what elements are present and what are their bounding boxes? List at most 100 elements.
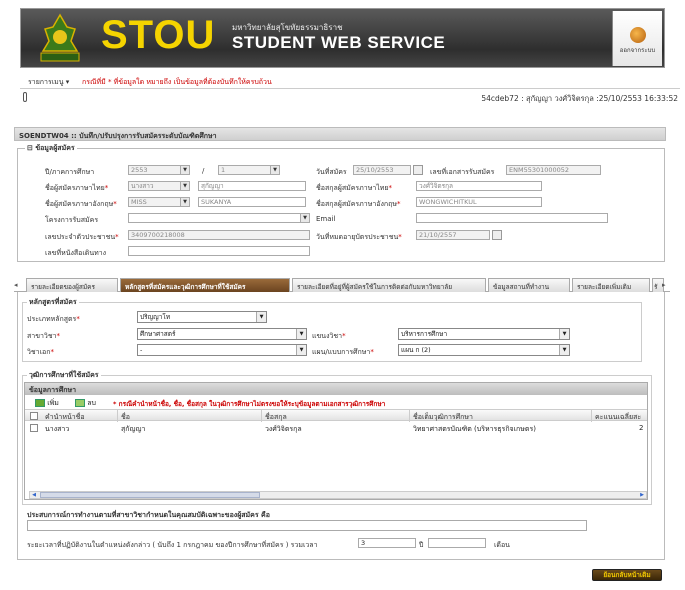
term-select[interactable]: 1 ▼ bbox=[218, 165, 280, 175]
column-divider bbox=[117, 410, 118, 422]
chevron-down-icon: ▼ bbox=[180, 198, 189, 206]
year-select[interactable]: 2553 ▼ bbox=[128, 165, 190, 175]
lastname-th-field[interactable]: วงศ์วิจิตรกุล bbox=[416, 181, 542, 191]
prefix-en-label-text: ชื่อผู้สมัครภาษาอังกฤษ bbox=[45, 200, 114, 208]
select-all-checkbox[interactable] bbox=[30, 412, 38, 420]
duration-label: ระยะเวลาที่ปฏิบัติงานในตำแหน่งดังกล่าว (… bbox=[27, 541, 318, 549]
required-note: กรณีที่มี * ที่ข้อมูลใด หมายถึง เป็นข้อม… bbox=[82, 78, 272, 86]
email-field[interactable] bbox=[416, 213, 608, 223]
table-cell: วิทยาศาสตรบัณฑิต (บริหารธุรกิจเกษตร) bbox=[413, 425, 536, 433]
prefix-th-label-text: ชื่อผู้สมัครภาษาไทย bbox=[45, 184, 105, 192]
tab-contact-address[interactable]: รายละเอียดที่อยู่ที่ผู้สมัครใช้ในการติดต… bbox=[292, 278, 486, 292]
scrollbar-thumb[interactable] bbox=[40, 492, 260, 498]
major-select[interactable]: บริหารการศึกษา ▼ bbox=[398, 328, 570, 340]
idcard-exp-label-text: วันที่หมดอายุบัตรประชาชน bbox=[316, 233, 399, 241]
minor-select[interactable]: - ▼ bbox=[137, 344, 307, 356]
grid-toolbar: เพิ่ม ลบ * กรณีคำนำหน้าชื่อ, ชื่อ, ชื่อส… bbox=[25, 396, 647, 409]
header-banner: STOU มหาวิทยาลัยสุโขทัยธรรมาธิราช STUDEN… bbox=[20, 8, 665, 68]
page-title-bar: SOENDTW04 :: บันทึก/ปรับปรุงการรับสมัครร… bbox=[14, 127, 666, 141]
program-type-select[interactable]: ปริญญาโท ▼ bbox=[137, 311, 267, 323]
prefix-en-label: ชื่อผู้สมัครภาษาอังกฤษ* bbox=[45, 200, 117, 208]
add-row-label: เพิ่ม bbox=[47, 399, 59, 407]
applicant-legend-label: ข้อมูลผู้สมัคร bbox=[35, 144, 75, 152]
delete-row-label: ลบ bbox=[87, 399, 96, 407]
plan-select[interactable]: แผน ก (2) ▼ bbox=[398, 344, 570, 356]
prefix-th-value: นางสาว bbox=[131, 182, 154, 190]
passport-label: เลขที่หนังสือเดินทาง bbox=[45, 249, 107, 257]
idcard-exp-label: วันที่หมดอายุบัตรประชาชน* bbox=[316, 233, 402, 241]
chevron-down-icon: ▼ bbox=[296, 329, 306, 339]
table-row[interactable]: นางสาว สุกัญญา วงศ์วิจิตรกุล วิทยาศาสตรบ… bbox=[25, 422, 647, 434]
app-title: STUDENT WEB SERVICE bbox=[232, 33, 446, 52]
firstname-th-field[interactable]: สุกัญญา bbox=[198, 181, 306, 191]
plan-label: แผน/แบบการศึกษา* bbox=[312, 348, 374, 356]
tab-scroll-right-icon[interactable]: ▸ bbox=[662, 281, 666, 289]
user-info: 54cdeb72 : สุกัญญา วงศ์วิจิตรกุล :25/10/… bbox=[481, 94, 678, 103]
plan-label-text: แผน/แบบการศึกษา bbox=[312, 348, 371, 356]
delete-row-button[interactable]: ลบ bbox=[75, 398, 96, 409]
tab-program-education[interactable]: หลักสูตรที่สมัครและวุฒิการศึกษาที่ใช้สมั… bbox=[120, 278, 290, 292]
divider bbox=[20, 88, 680, 89]
chevron-down-icon: ▼ bbox=[296, 345, 306, 355]
scroll-right-icon[interactable]: ▶ bbox=[638, 492, 646, 498]
tab-additional[interactable]: รายละเอียดเพิ่มเติม bbox=[572, 278, 650, 292]
menu-dropdown[interactable]: รายการเมนู ▾ bbox=[28, 77, 69, 88]
email-label: Email bbox=[316, 215, 336, 223]
branch-select[interactable]: ศึกษาศาสตร์ ▼ bbox=[137, 328, 307, 340]
minor-value: - bbox=[140, 346, 143, 354]
prefix-th-label: ชื่อผู้สมัครภาษาไทย* bbox=[45, 184, 109, 192]
grid-header-row: คำนำหน้าชื่อ ชื่อ ชื่อสกุล ชื่อเต็มวุฒิก… bbox=[25, 409, 647, 422]
chevron-down-icon: ▼ bbox=[270, 166, 279, 174]
idcard-label-text: เลขประจำตัวประชาชน bbox=[45, 233, 116, 241]
row-checkbox[interactable] bbox=[30, 424, 38, 432]
education-grid: ข้อมูลการศึกษา เพิ่ม ลบ * กรณีคำนำหน้าชื… bbox=[24, 382, 648, 500]
horizontal-scrollbar[interactable]: ◀ ▶ bbox=[29, 491, 647, 499]
sidebar-toggle[interactable] bbox=[23, 92, 27, 102]
branch-label-text: สาขาวิชา bbox=[27, 332, 57, 340]
add-row-button[interactable]: เพิ่ม bbox=[35, 398, 59, 409]
user-bar: 54cdeb72 : สุกัญญา วงศ์วิจิตรกุล :25/10/… bbox=[20, 90, 680, 104]
experience-answer-field[interactable] bbox=[27, 520, 587, 531]
applicant-legend[interactable]: ⊟ ข้อมูลผู้สมัคร bbox=[25, 143, 77, 154]
back-button[interactable]: ย้อนกลับหน้าเดิม bbox=[592, 569, 662, 581]
months-field[interactable] bbox=[428, 538, 486, 548]
idcard-label: เลขประจำตัวประชาชน* bbox=[45, 233, 119, 241]
calendar-icon[interactable] bbox=[413, 165, 423, 175]
years-field[interactable]: 3 bbox=[358, 538, 416, 548]
tab-scroll-left-icon[interactable]: ◂ bbox=[14, 281, 18, 289]
project-select[interactable]: ▼ bbox=[128, 213, 310, 223]
prefix-en-select[interactable]: MISS ▼ bbox=[128, 197, 190, 207]
scroll-left-icon[interactable]: ◀ bbox=[30, 492, 38, 498]
prefix-th-select[interactable]: นางสาว ▼ bbox=[128, 181, 190, 191]
chevron-down-icon: ▼ bbox=[180, 166, 189, 174]
column-divider bbox=[409, 410, 410, 422]
firstname-en-field[interactable]: SUKANYA bbox=[198, 197, 306, 207]
chevron-down-icon: ▼ bbox=[300, 214, 309, 222]
university-emblem-icon bbox=[31, 11, 89, 67]
passport-field[interactable] bbox=[128, 246, 310, 256]
chevron-down-icon: ▼ bbox=[559, 329, 569, 339]
idcard-field[interactable]: 3409700218008 bbox=[128, 230, 310, 240]
appno-field[interactable]: ENM55301000052 bbox=[506, 165, 601, 175]
tab-workplace[interactable]: ข้อมูลสถานที่ทำงาน bbox=[488, 278, 570, 292]
menu-label: รายการเมนู bbox=[28, 78, 64, 86]
year-label: ปี/ภาคการศึกษา bbox=[45, 168, 95, 176]
delete-icon bbox=[75, 399, 85, 407]
branch-label: สาขาวิชา* bbox=[27, 332, 61, 340]
plan-value: แผน ก (2) bbox=[401, 346, 431, 354]
tab-bar: ◂ รายละเอียดของผู้สมัคร หลักสูตรที่สมัคร… bbox=[14, 278, 670, 292]
tab-applicant-details[interactable]: รายละเอียดของผู้สมัคร bbox=[26, 278, 118, 292]
term-value: 1 bbox=[221, 166, 226, 174]
apply-date-field[interactable]: 25/10/2553 bbox=[353, 165, 411, 175]
lastname-en-label: ชื่อสกุลผู้สมัครภาษาอังกฤษ* bbox=[316, 200, 401, 208]
idcard-exp-field[interactable]: 21/10/2557 bbox=[416, 230, 490, 240]
minor-label-text: วิชาเอก bbox=[27, 348, 51, 356]
calendar-icon[interactable] bbox=[492, 230, 502, 240]
appno-label: เลขที่เอกสารรับสมัคร bbox=[430, 168, 495, 176]
logout-label: ออกจากระบบ bbox=[619, 47, 656, 54]
menu-bar: รายการเมนู ▾ กรณีที่มี * ที่ข้อมูลใด หมา… bbox=[20, 74, 665, 88]
program-type-label-text: ประเภทหลักสูตร bbox=[27, 315, 77, 323]
logout-button[interactable]: ออกจากระบบ bbox=[612, 11, 662, 66]
lastname-en-field[interactable]: WONGWICHITKUL bbox=[416, 197, 542, 207]
project-label: โครงการรับสมัคร bbox=[45, 216, 99, 224]
